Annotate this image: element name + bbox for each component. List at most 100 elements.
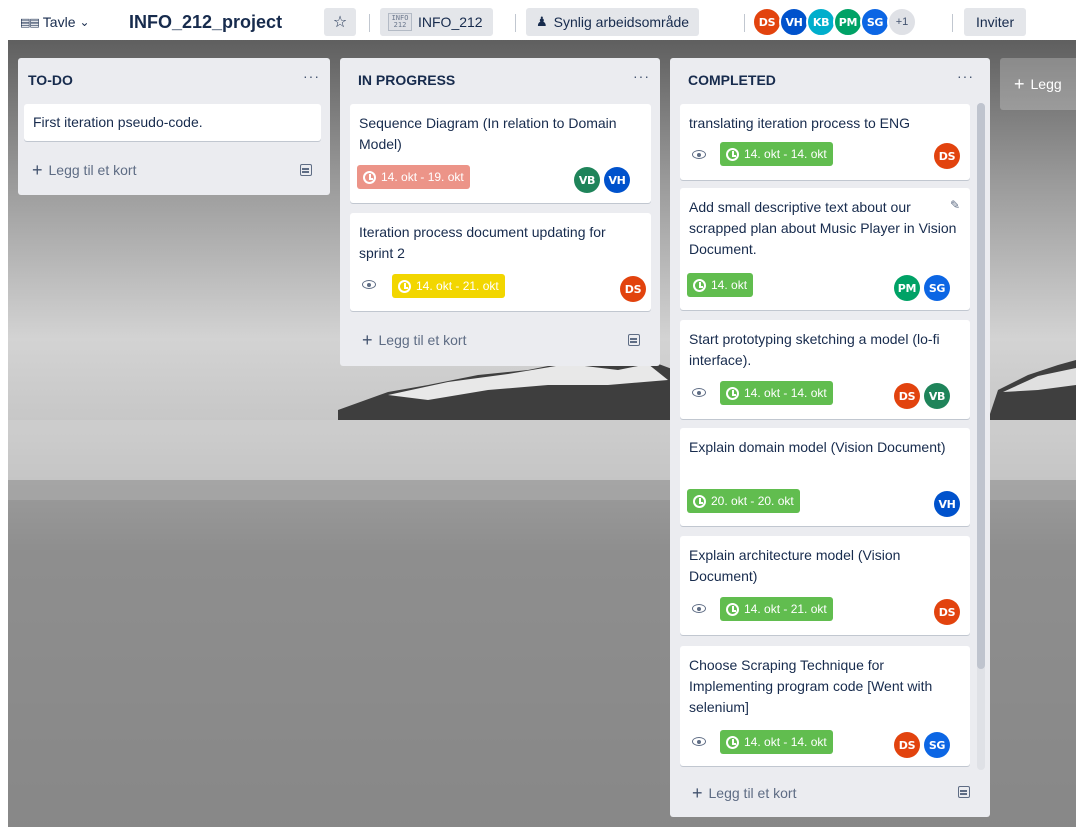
avatar[interactable]: VH <box>934 491 960 517</box>
card[interactable]: First iteration pseudo-code. <box>24 104 321 141</box>
list-title[interactable]: COMPLETED <box>688 72 776 88</box>
avatar[interactable]: SG <box>860 7 890 37</box>
card[interactable]: Add small descriptive text about our scr… <box>680 188 970 310</box>
list-title[interactable]: TO-DO <box>28 72 73 88</box>
card[interactable]: Iteration process document updating for … <box>350 213 651 311</box>
card[interactable]: Explain domain model (Vision Document) 2… <box>680 428 970 526</box>
avatar[interactable]: VH <box>779 7 809 37</box>
due-date-badge[interactable]: 14. okt - 14. okt <box>720 381 833 405</box>
card-title: Start prototyping sketching a model (lo-… <box>689 331 940 368</box>
list-header: COMPLETED ··· <box>670 58 990 94</box>
avatar[interactable]: PM <box>833 7 863 37</box>
avatar[interactable]: DS <box>934 143 960 169</box>
card-title: Choose Scraping Technique for Implementi… <box>689 657 933 715</box>
clock-icon <box>398 279 411 293</box>
add-card-button[interactable]: + Legg til et kort <box>32 160 137 180</box>
card-members: DS <box>934 599 960 625</box>
list-header: TO-DO ··· <box>18 58 330 94</box>
card[interactable]: Explain architecture model (Vision Docum… <box>680 536 970 635</box>
avatar[interactable]: DS <box>894 383 920 409</box>
card[interactable]: Start prototyping sketching a model (lo-… <box>680 320 970 419</box>
card-title: Explain domain model (Vision Document) <box>689 439 946 455</box>
card-members: PM SG <box>894 275 950 301</box>
invite-button[interactable]: Inviter <box>964 8 1027 36</box>
card-title: Sequence Diagram (In relation to Domain … <box>359 115 617 152</box>
due-date-badge[interactable]: 14. okt <box>687 273 754 297</box>
card-template-icon[interactable] <box>300 164 312 176</box>
workspace-label: INFO_212 <box>418 14 483 30</box>
card-title: translating iteration process to ENG <box>689 115 910 131</box>
chevron-down-icon: ⌄ <box>79 15 90 29</box>
avatar[interactable]: KB <box>806 7 836 37</box>
card-title: First iteration pseudo-code. <box>33 114 203 130</box>
card-members: DS <box>934 143 960 169</box>
due-date-badge[interactable]: 14. okt - 21. okt <box>720 597 833 621</box>
card-title: Iteration process document updating for … <box>359 224 606 261</box>
list-menu-icon[interactable]: ··· <box>957 68 974 84</box>
due-date-text: 14. okt - 14. okt <box>744 735 827 749</box>
clock-icon <box>726 602 739 616</box>
board-view-switcher[interactable]: ▤▤ Tavle ⌄ <box>14 8 96 36</box>
clock-icon <box>693 494 706 508</box>
add-card-label: Legg til et kort <box>708 785 797 801</box>
clock-icon <box>726 147 739 161</box>
card-members: DS <box>620 276 646 302</box>
add-list-button[interactable]: + Legg <box>1000 58 1076 110</box>
due-date-badge[interactable]: 14. okt - 21. okt <box>392 274 505 298</box>
card-title: Add small descriptive text about our scr… <box>689 199 957 257</box>
list-title[interactable]: IN PROGRESS <box>358 72 455 88</box>
avatar[interactable]: DS <box>620 276 646 302</box>
due-date-badge[interactable]: 20. okt - 20. okt <box>687 489 800 513</box>
list-menu-icon[interactable]: ··· <box>633 68 650 84</box>
header-divider <box>952 14 953 32</box>
avatar[interactable]: DS <box>894 732 920 758</box>
board-header: ▤▤ Tavle ⌄ INFO_212_project ☆ INFO 212 I… <box>0 0 1076 40</box>
list-scrollbar-thumb[interactable] <box>977 103 985 669</box>
header-divider <box>515 14 516 32</box>
due-date-badge[interactable]: 14. okt - 14. okt <box>720 142 833 166</box>
due-date-text: 14. okt <box>711 278 748 292</box>
clock-icon <box>726 386 739 400</box>
watch-eye-icon <box>692 604 706 613</box>
add-card-button[interactable]: + Legg til et kort <box>692 784 797 802</box>
avatar[interactable]: PM <box>894 275 920 301</box>
list-menu-icon[interactable]: ··· <box>303 68 320 84</box>
avatar[interactable]: SG <box>924 732 950 758</box>
card[interactable]: Sequence Diagram (In relation to Domain … <box>350 104 651 203</box>
workspace-logo: INFO 212 <box>388 13 412 31</box>
card-members: VB VH <box>574 167 630 193</box>
avatar[interactable]: DS <box>752 7 782 37</box>
due-date-text: 14. okt - 21. okt <box>416 279 499 293</box>
more-members-button[interactable]: +1 <box>887 7 917 37</box>
board-title[interactable]: INFO_212_project <box>129 8 282 36</box>
add-card-label: Legg til et kort <box>48 162 137 178</box>
list-todo: TO-DO ··· First iteration pseudo-code. +… <box>18 58 330 195</box>
due-date-badge[interactable]: 14. okt - 19. okt <box>357 165 470 189</box>
avatar[interactable]: VH <box>604 167 630 193</box>
edit-pencil-icon[interactable]: ✎ <box>950 198 960 212</box>
plus-icon: + <box>32 160 43 180</box>
due-date-badge[interactable]: 14. okt - 14. okt <box>720 730 833 754</box>
card-members: DS SG <box>894 732 950 758</box>
visibility-button[interactable]: ♟ Synlig arbeidsområde <box>526 8 700 36</box>
header-divider <box>744 14 745 32</box>
board-switch-label: Tavle <box>42 14 76 30</box>
board-icon: ▤▤ <box>20 16 40 29</box>
add-card-button[interactable]: + Legg til et kort <box>362 331 466 349</box>
visibility-label: Synlig arbeidsområde <box>553 14 690 30</box>
avatar[interactable]: SG <box>924 275 950 301</box>
due-date-text: 14. okt - 14. okt <box>744 147 827 161</box>
avatar[interactable]: VB <box>924 383 950 409</box>
card-template-icon[interactable] <box>628 334 640 346</box>
clock-icon <box>726 735 739 749</box>
list-header: IN PROGRESS ··· <box>340 58 660 94</box>
star-icon[interactable]: ☆ <box>324 8 356 36</box>
avatar[interactable]: DS <box>934 599 960 625</box>
card[interactable]: Choose Scraping Technique for Implementi… <box>680 646 970 766</box>
card[interactable]: translating iteration process to ENG 14.… <box>680 104 970 180</box>
avatar[interactable]: VB <box>574 167 600 193</box>
due-date-text: 14. okt - 14. okt <box>744 386 827 400</box>
watch-eye-icon <box>692 388 706 397</box>
workspace-button[interactable]: INFO 212 INFO_212 <box>380 8 493 36</box>
card-template-icon[interactable] <box>958 786 970 798</box>
